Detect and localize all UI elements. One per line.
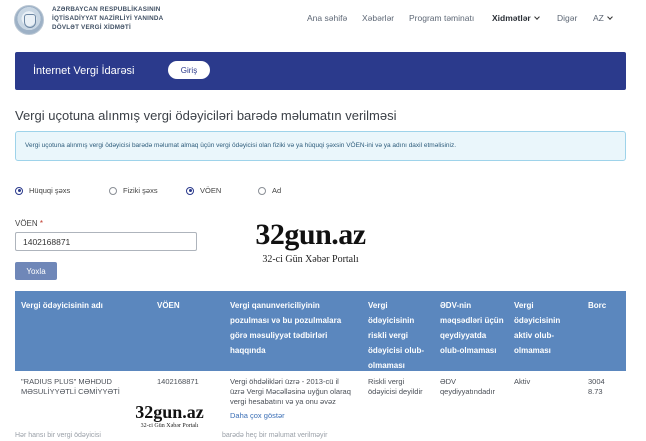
voen-label-text: VÖEN xyxy=(15,219,38,228)
col-vat: ƏDV-nin məqsədləri üçün qeydiyyatda olub… xyxy=(440,301,504,355)
org-line-1: AZƏRBAYCAN RESPUBLİKASININ xyxy=(52,6,161,13)
results-table-header: Vergi ödəyicisinin adı VÖEN Vergi qanunv… xyxy=(15,291,626,371)
table-row: "RADIUS PLUS" MƏHDUD MƏSULİYYƏTLİ CƏMİYY… xyxy=(15,371,626,431)
col-violations: Vergi qanunvericiliyinin pozulması və bu… xyxy=(230,301,342,355)
col-active: Vergi ödəyicisinin aktiv olub-olmaması xyxy=(514,301,561,355)
voen-label: VÖEN * xyxy=(15,219,43,228)
organization-name[interactable]: AZƏRBAYCAN RESPUBLİKASININ İQTİSADİYYAT … xyxy=(52,5,163,32)
cell-violation: Vergi öhdəlikləri üzrə - 2013-cü il üzrə… xyxy=(230,377,351,406)
check-button[interactable]: Yoxla xyxy=(15,262,57,280)
col-debt: Borc xyxy=(588,301,607,310)
radio-dot xyxy=(109,186,117,195)
nav-services[interactable]: Xidmətlər xyxy=(492,13,540,23)
org-line-2: İQTİSADİYYAT NAZİRLİYİ YANINDA xyxy=(52,15,164,22)
cell-risky: Riskli vergi ödəyicisi deyildir xyxy=(368,377,423,396)
chevron-down-icon xyxy=(533,14,540,20)
radio-label: VÖEN xyxy=(200,186,222,195)
watermark-title: 32gun.az xyxy=(255,218,366,251)
chevron-down-icon xyxy=(607,14,613,20)
voen-input[interactable] xyxy=(15,232,197,251)
org-line-3: DÖVLƏT VERGİ XİDMƏTİ xyxy=(52,24,131,31)
watermark-logo-small: 32gun.az 32-ci Gün Xəbər Portalı xyxy=(118,399,221,441)
watermark-subtitle: 32-ci Gün Xəbər Portalı xyxy=(262,254,359,265)
radio-dot xyxy=(15,186,23,195)
radio-label: Ad xyxy=(272,186,282,195)
radio-voen[interactable]: VÖEN xyxy=(186,186,221,195)
radio-dot xyxy=(258,186,266,195)
cell-name: "RADIUS PLUS" MƏHDUD MƏSULİYYƏTLİ CƏMİYY… xyxy=(21,377,120,396)
info-alert: Vergi uçotuna alınmış vergi ödəyicisi ba… xyxy=(15,131,626,161)
portal-title: İnternet Vergi İdarəsi xyxy=(33,65,135,77)
nav-services-label: Xidmətlər xyxy=(492,13,531,23)
cell-debt: 30048.73 xyxy=(588,377,605,396)
required-mark: * xyxy=(39,219,44,228)
footer-note-left: Hər hansı bir vergi ödəyicisi xyxy=(15,432,101,439)
show-more-link[interactable]: Daha çox göstər xyxy=(230,411,285,421)
state-emblem-icon[interactable] xyxy=(14,5,44,35)
radio-individual[interactable]: Fiziki şəxs xyxy=(109,186,158,195)
login-button[interactable]: Giriş xyxy=(168,61,210,79)
col-risky: Vergi ödəyicisinin riskli vergi ödəyicis… xyxy=(368,301,425,370)
radio-label: Hüquqi şəxs xyxy=(29,186,71,195)
watermark-subtitle: 32-ci Gün Xəbər Portalı xyxy=(140,423,199,429)
page-title: Vergi uçotuna alınmış vergi ödəyiciləri … xyxy=(15,108,397,123)
nav-news[interactable]: Xəbərlər xyxy=(362,13,394,23)
info-text: Vergi uçotuna alınmış vergi ödəyicisi ba… xyxy=(25,142,457,149)
portal-banner: İnternet Vergi İdarəsi Giriş xyxy=(15,52,626,90)
radio-name[interactable]: Ad xyxy=(258,186,281,195)
nav-home[interactable]: Ana səhifə xyxy=(307,13,347,23)
radio-label: Fiziki şəxs xyxy=(123,186,158,195)
nav-software[interactable]: Program təminatı xyxy=(409,13,474,23)
radio-legal-entity[interactable]: Hüquqi şəxs xyxy=(15,186,70,195)
language-label: AZ xyxy=(593,13,604,23)
col-taxpayer-name: Vergi ödəyicisinin adı xyxy=(21,301,103,310)
footer-note-right: barədə heç bir məlumat verilməyir xyxy=(222,432,328,439)
col-voen: VÖEN xyxy=(157,301,180,310)
cell-vat: ƏDV qeydiyyatındadır xyxy=(440,377,496,396)
radio-dot xyxy=(186,186,194,195)
site-header: AZƏRBAYCAN RESPUBLİKASININ İQTİSADİYYAT … xyxy=(0,0,646,42)
cell-voen: 1402168871 xyxy=(157,377,199,386)
language-selector[interactable]: AZ xyxy=(593,13,613,23)
watermark-title: 32gun.az xyxy=(135,402,204,422)
nav-other[interactable]: Digər xyxy=(557,13,577,23)
cell-active: Aktiv xyxy=(514,377,531,386)
watermark-logo: 32gun.az 32-ci Gün Xəbər Portalı xyxy=(219,212,402,280)
